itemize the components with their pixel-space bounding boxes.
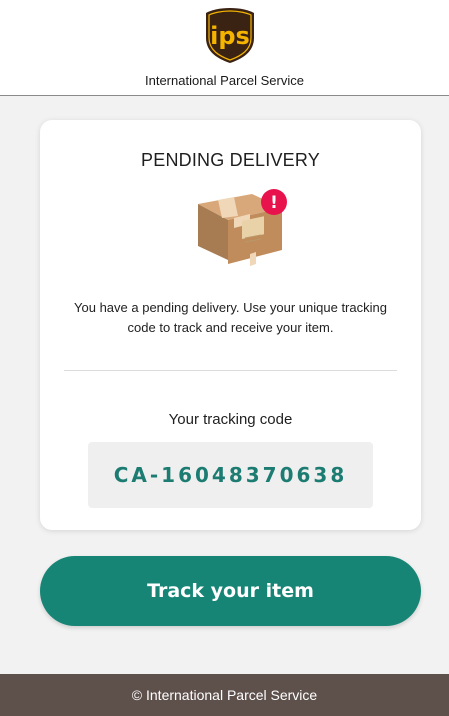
tracking-code-label: Your tracking code [168, 411, 293, 428]
tracking-code-value: CA-16048370638 [113, 463, 348, 487]
divider [64, 370, 397, 371]
footer: © International Parcel Service [0, 674, 449, 716]
brand-name: International Parcel Service [145, 73, 304, 88]
logo-text: ips [210, 22, 250, 50]
track-item-button[interactable]: Track your item [40, 556, 421, 626]
package-box-icon: ! [198, 189, 287, 266]
delivery-description: You have a pending delivery. Use your un… [74, 300, 387, 335]
tracking-code-box: CA-16048370638 [88, 442, 373, 508]
pending-delivery-card: PENDING DELIVERY ! You have a pending de… [40, 120, 421, 530]
app-header: ips International Parcel Service [0, 0, 449, 96]
footer-text: © International Parcel Service [131, 687, 318, 703]
card-title: PENDING DELIVERY [141, 150, 320, 170]
ips-shield-logo: ips [206, 8, 254, 63]
alert-glyph: ! [270, 193, 278, 213]
alert-exclamation-icon: ! [261, 189, 287, 215]
